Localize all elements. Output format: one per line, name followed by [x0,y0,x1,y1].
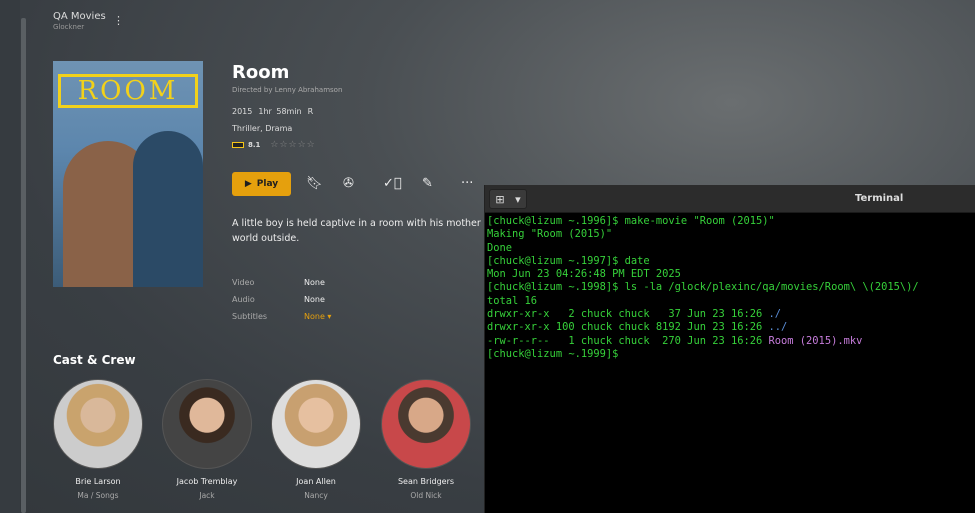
server-name: Glockner [53,23,85,31]
chevron-down-icon: ▾ [515,192,521,206]
ls-entry: drwxr-xr-x 100 chuck chuck 8192 Jun 23 1… [487,321,769,334]
play-button[interactable]: ▶ Play [232,172,291,196]
stream-value: None [304,312,325,321]
movie-meta: 2015 1hr 58min R [232,107,319,116]
stream-label: Video [232,278,255,287]
terminal-line: [chuck@lizum ~.1996]$ make-movie "Room (… [487,215,775,227]
cast-role: Old Nick [410,491,442,500]
terminal-line: [chuck@lizum ~.1998]$ ls -la /glock/plex… [487,281,919,294]
terminal-line: total 16 [487,294,538,307]
terminal-line: -rw-r--r-- 1 chuck chuck 270 Jun 23 16:2… [487,335,973,348]
cast-name: Sean Bridgers [397,477,455,486]
terminal-line: Done [487,241,513,254]
imdb-icon [232,142,244,148]
cast-member[interactable]: Brie Larson Ma / Songs [43,379,153,500]
terminal-titlebar[interactable]: ⊞ ▾ Terminal [485,185,975,213]
cast-member[interactable]: Joan Allen Nancy [261,379,371,500]
terminal-window[interactable]: ⊞ ▾ Terminal [chuck@lizum ~.1996]$ make-m… [484,185,975,513]
dir-name: ./ [768,308,782,321]
avatar [381,379,471,469]
library-header[interactable]: QA Movies Glockner [53,11,106,31]
terminal-line: Mon Jun 23 04:26:48 PM EDT 2025 [487,268,681,281]
poster-title: ROOM [58,74,198,108]
terminal-prompt: [chuck@lizum ~.1999]$ [487,347,625,360]
new-tab-button[interactable]: ⊞ ▾ [489,189,527,209]
terminal-line: [chuck@lizum ~.1997]$ date [487,254,650,267]
cast-member[interactable]: Sean Bridgers Old Nick [371,379,481,500]
movie-title: Room [232,62,290,83]
ratings: 8.1 ☆☆☆☆☆ [232,140,316,150]
stream-label: Audio [232,295,255,304]
cast-role: Jack [199,491,215,500]
genres: Thriller, Drama [232,124,293,133]
director[interactable]: Directed by Lenny Abrahamson [232,86,342,94]
subtitles-dropdown[interactable]: None ▾ [304,312,331,321]
ls-entry: drwxr-xr-x 2 chuck chuck 37 Jun 23 16:26 [487,308,769,321]
terminal-title: Terminal [855,193,904,204]
terminal-line: Making "Room (2015)" [487,228,613,241]
cast-name: Brie Larson [75,477,121,486]
stream-label: Subtitles [232,312,268,321]
imdb-score: 8.1 [248,141,261,149]
library-name: QA Movies [53,11,106,22]
terminal-output[interactable]: [chuck@lizum ~.1996]$ make-movie "Room (… [485,213,975,363]
avatar [53,379,143,469]
cast-role: Ma / Songs [77,491,119,500]
terminal-line: drwxr-xr-x 100 chuck chuck 8192 Jun 23 1… [487,321,973,334]
avatar [271,379,361,469]
check-circle-icon[interactable]: ✓⃝ [383,176,402,191]
terminal-line: drwxr-xr-x 2 chuck chuck 37 Jun 23 16:26… [487,308,973,321]
film-reel-icon[interactable]: ✇ [343,176,354,191]
subtitles-stream[interactable]: Subtitles None ▾ [232,312,331,321]
plus-box-icon: ⊞ [495,192,505,206]
stream-value: None [304,295,325,304]
bookmark-icon[interactable]: 🔖︎ [306,176,323,191]
file-name: Room (2015).mkv [768,334,863,347]
cast-name: Joan Allen [296,477,336,486]
play-icon: ▶ [244,179,252,189]
duration: 1hr 58min [258,107,302,116]
library-more-icon[interactable]: ⋮ [113,14,124,27]
year: 2015 [232,107,253,116]
sidebar [0,0,20,513]
play-label: Play [256,179,279,189]
dir-name: ../ [768,321,788,334]
cast-name: Jacob Tremblay [176,477,238,486]
audio-stream: Audio None [232,295,325,304]
cast-role: Nancy [304,491,328,500]
content-rating: R [307,107,314,116]
star-rating[interactable]: ☆☆☆☆☆ [270,140,315,150]
avatar [162,379,252,469]
cast-member[interactable]: Jacob Tremblay Jack [152,379,262,500]
ls-entry: -rw-r--r-- 1 chuck chuck 270 Jun 23 16:2… [487,334,769,347]
movie-poster[interactable]: ROOM [53,61,203,287]
video-stream: Video None [232,278,325,287]
cast-heading: Cast & Crew [53,353,136,367]
pencil-icon[interactable]: ✎ [422,176,433,191]
scrollbar[interactable] [21,18,26,513]
stream-value: None [304,278,325,287]
poster-figure [133,131,203,287]
more-icon[interactable]: ··· [461,176,473,191]
